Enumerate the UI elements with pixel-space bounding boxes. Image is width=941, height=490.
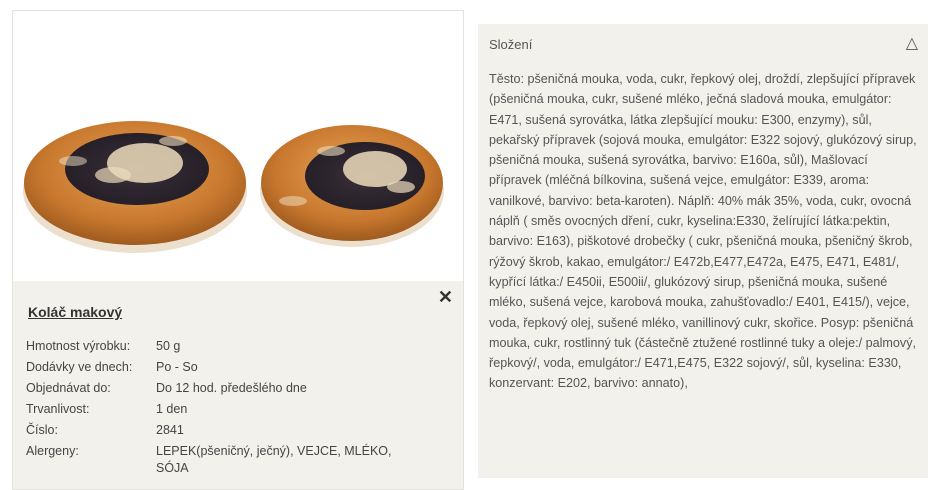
product-photo: [13, 11, 463, 281]
product-title[interactable]: Koláč makový: [28, 304, 122, 320]
property-row: Alergeny: LEPEK(pšeničný, ječný), VEJCE,…: [26, 443, 406, 481]
property-value: Do 12 hod. předešlého dne: [156, 381, 307, 395]
poppy-seed-cakes-image: [23, 121, 444, 253]
close-icon[interactable]: ✕: [438, 287, 453, 308]
product-card: ✕ Koláč makový Hmotnost výrobku: 50 g Do…: [12, 10, 464, 490]
property-label: Číslo:: [26, 423, 58, 437]
property-value: 1 den: [156, 402, 188, 416]
property-value: 50 g: [156, 339, 181, 353]
property-value: Po - So: [156, 360, 198, 374]
composition-heading[interactable]: Složení: [489, 37, 532, 52]
property-label: Objednávat do:: [26, 381, 111, 395]
property-label: Dodávky ve dnech:: [26, 360, 133, 374]
property-row: Dodávky ve dnech: Po - So: [26, 359, 406, 380]
composition-panel: Složení △ Těsto: pšeničná mouka, voda, c…: [478, 24, 928, 478]
property-row: Objednávat do: Do 12 hod. předešlého dne: [26, 380, 406, 401]
property-value: LEPEK(pšeničný, ječný), VEJCE, MLÉKO, SÓ…: [156, 444, 392, 475]
property-row: Hmotnost výrobku: 50 g: [26, 338, 406, 359]
property-value: 2841: [156, 423, 184, 437]
property-label: Hmotnost výrobku:: [26, 339, 131, 353]
product-info-panel: ✕ Koláč makový Hmotnost výrobku: 50 g Do…: [13, 281, 463, 489]
property-label: Alergeny:: [26, 444, 79, 458]
collapse-triangle-icon[interactable]: △: [906, 33, 918, 53]
property-row: Číslo: 2841: [26, 422, 406, 443]
composition-text: Těsto: pšeničná mouka, voda, cukr, řepko…: [489, 72, 917, 391]
property-label: Trvanlivost:: [26, 402, 90, 416]
product-properties-table: Hmotnost výrobku: 50 g Dodávky ve dnech:…: [26, 338, 406, 481]
property-row: Trvanlivost: 1 den: [26, 401, 406, 422]
